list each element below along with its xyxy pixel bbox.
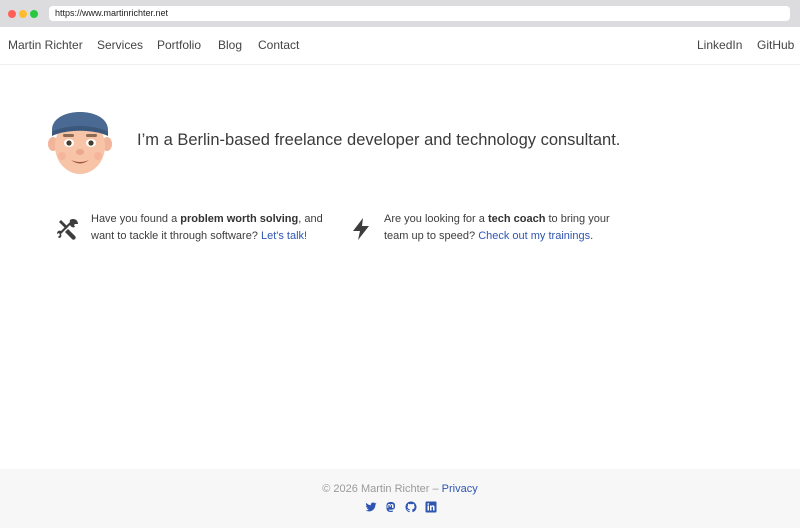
feature-text: . bbox=[590, 230, 594, 242]
avatar bbox=[48, 112, 112, 174]
mastodon-icon[interactable] bbox=[385, 500, 397, 512]
close-window-dot[interactable] bbox=[8, 10, 16, 18]
nav-item-blog[interactable]: Blog bbox=[218, 38, 242, 52]
nav-item-portfolio[interactable]: Portfolio bbox=[157, 38, 201, 52]
github-icon[interactable] bbox=[405, 500, 417, 513]
feature-tech-coach: Are you looking for a tech coach to brin… bbox=[349, 211, 619, 245]
feature-text: Have you found a bbox=[91, 213, 181, 225]
feature-problem-solving: Have you found a problem worth solving, … bbox=[56, 211, 326, 245]
feature-emphasis: tech coach bbox=[487, 213, 546, 225]
trainings-link[interactable]: Check out my trainings bbox=[478, 230, 590, 242]
copyright-text: © 2026 Martin Richter – bbox=[322, 483, 439, 495]
nav-item-contact[interactable]: Contact bbox=[258, 38, 299, 52]
top-nav: Martin Richter Services Portfolio Blog C… bbox=[0, 27, 800, 65]
hero-tagline: I’m a Berlin-based freelance developer a… bbox=[137, 131, 621, 149]
minimize-window-dot[interactable] bbox=[19, 10, 27, 18]
maximize-window-dot[interactable] bbox=[30, 10, 38, 18]
lets-talk-link[interactable]: Let's talk! bbox=[261, 230, 307, 242]
footer: © 2026 Martin Richter – Privacy bbox=[0, 469, 800, 528]
nav-item-linkedin[interactable]: LinkedIn bbox=[697, 38, 742, 52]
footer-copyright: © 2026 Martin Richter – Privacy bbox=[0, 483, 800, 495]
linkedin-icon[interactable] bbox=[425, 500, 437, 513]
lightning-icon bbox=[353, 218, 369, 240]
feature-emphasis: problem worth solving bbox=[180, 213, 299, 225]
nav-item-github[interactable]: GitHub bbox=[757, 38, 794, 52]
nav-item-services[interactable]: Services bbox=[97, 38, 143, 52]
tools-icon bbox=[57, 219, 78, 240]
privacy-link[interactable]: Privacy bbox=[442, 483, 478, 495]
browser-chrome: https://www.martinrichter.net bbox=[0, 0, 800, 27]
brand-link[interactable]: Martin Richter bbox=[8, 38, 83, 52]
address-bar[interactable]: https://www.martinrichter.net bbox=[49, 6, 790, 21]
twitter-icon[interactable] bbox=[365, 500, 377, 512]
feature-text: Are you looking for a bbox=[384, 213, 488, 225]
